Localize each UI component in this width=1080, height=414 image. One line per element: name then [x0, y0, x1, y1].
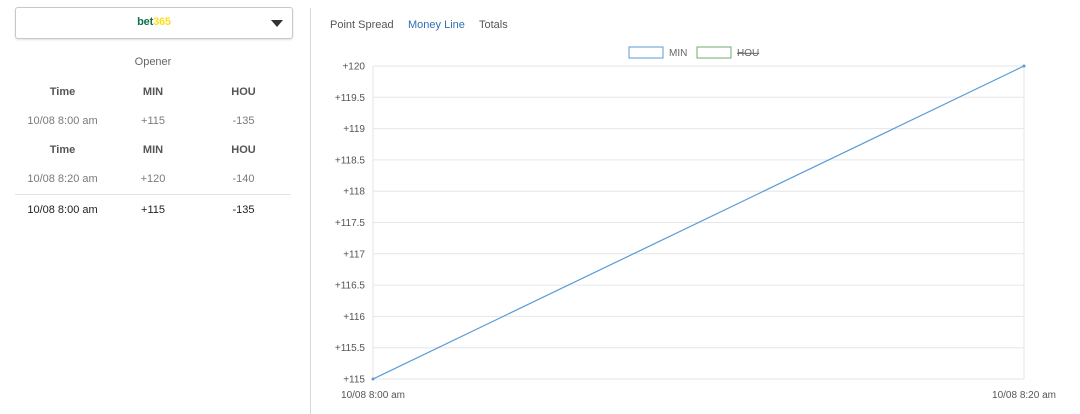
odds-line-chart: +115 +115.5 +116 +116.5 +117 +117.5 +118 +118.5…	[335, 46, 1056, 401]
tab-point-spread[interactable]: Point Spread	[330, 19, 394, 31]
hou-header: HOU	[231, 144, 256, 156]
legend-label: MIN	[669, 48, 687, 59]
row-time: 10/08 8:20 am	[27, 173, 98, 185]
y-tick-label: +116	[343, 312, 365, 323]
y-tick-label: +119	[343, 124, 365, 135]
y-tick-label: +116.5	[335, 281, 366, 292]
y-tick-label: +115	[343, 375, 365, 386]
legend-swatch	[628, 46, 664, 59]
legend-label: HOU	[737, 48, 759, 59]
legend-swatch	[696, 46, 732, 59]
row-time: 10/08 8:00 am	[27, 115, 98, 127]
caret-down-icon	[271, 20, 283, 27]
row-hou-odds: -135	[232, 115, 255, 127]
table-row: 10/08 8:00 am +115 -135	[15, 115, 291, 131]
tab-totals[interactable]: Totals	[479, 19, 508, 31]
min-header: MIN	[142, 86, 164, 98]
opener-title: Opener	[134, 56, 172, 68]
data-point	[1022, 64, 1026, 68]
y-tick-label: +117	[343, 249, 365, 260]
bet365-logo: bet365	[137, 16, 171, 28]
y-tick-label: +115.5	[335, 343, 366, 354]
table-header-row: Time MIN HOU	[15, 144, 291, 160]
y-tick-label: +120	[342, 62, 365, 73]
y-tick-label: +118.5	[335, 155, 366, 166]
table-row: 10/08 8:20 am +120 -140	[15, 173, 291, 189]
hou-header: HOU	[231, 86, 256, 98]
row-min-odds: +115	[141, 204, 165, 216]
row-hou-odds: -140	[232, 173, 255, 185]
row-time: 10/08 8:00 am	[27, 204, 98, 216]
min-header: MIN	[142, 144, 164, 156]
y-tick-label: +118	[343, 187, 365, 198]
row-hou-odds: -135	[232, 204, 255, 216]
time-header: Time	[49, 86, 76, 98]
x-tick-label: 10/08 8:00 am	[341, 390, 405, 401]
x-tick-label: 10/08 8:20 am	[992, 390, 1056, 401]
data-point	[371, 377, 375, 381]
y-tick-label: +117.5	[335, 218, 366, 229]
odds-history-panel: bet365 Opener Time MIN HOU 10/08 8:00 am…	[0, 0, 310, 414]
time-header: Time	[49, 144, 76, 156]
y-tick-label: +119.5	[335, 93, 366, 104]
row-min-odds: +115	[141, 115, 165, 127]
table-header-row: Time MIN HOU	[15, 86, 291, 102]
table-row: 10/08 8:00 am +115 -135	[15, 204, 291, 220]
row-min-odds: +120	[140, 173, 166, 185]
sportsbook-dropdown[interactable]: bet365	[15, 7, 293, 39]
row-divider	[15, 194, 291, 195]
tab-money-line[interactable]: Money Line	[408, 19, 465, 31]
